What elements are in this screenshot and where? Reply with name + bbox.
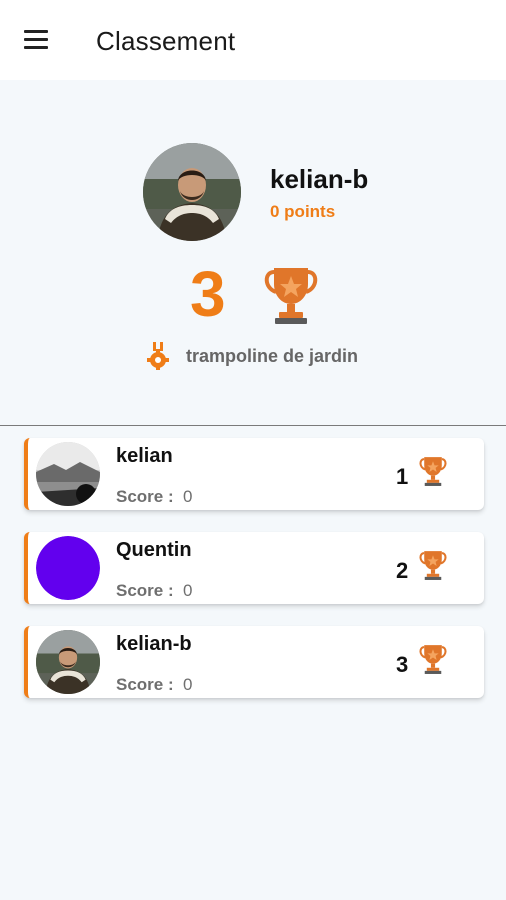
trophy-icon [418, 455, 448, 487]
medal-gear-icon [146, 342, 170, 370]
leaderboard-item[interactable]: Quentin Score : 0 2 [24, 532, 484, 604]
app-bar: Classement [0, 0, 506, 80]
divider [0, 425, 506, 426]
user-avatar [36, 442, 100, 506]
profile-username: kelian-b [270, 164, 369, 194]
menu-icon[interactable] [24, 30, 50, 50]
trophy-icon [418, 643, 448, 675]
score-value: 0 [183, 487, 193, 506]
score-value: 0 [183, 581, 193, 600]
user-name: kelian [116, 445, 173, 467]
trophy-icon [262, 264, 320, 326]
page-title: Classement [96, 26, 236, 56]
user-avatar [36, 630, 100, 694]
profile-rank: 3 [190, 258, 226, 330]
user-name: kelian-b [116, 633, 192, 655]
rank-number: 1 [396, 464, 409, 489]
user-name: Quentin [116, 539, 192, 561]
leaderboard-item[interactable]: kelian-b Score : 0 3 [24, 626, 484, 698]
trophy-icon [418, 549, 448, 581]
score-label: Score : [116, 581, 174, 600]
score-label: Score : [116, 675, 174, 694]
user-avatar [36, 536, 100, 600]
profile-avatar [143, 143, 241, 241]
score-label: Score : [116, 487, 174, 506]
rank-number: 2 [396, 558, 409, 583]
leaderboard-item[interactable]: kelian Score : 0 1 [24, 438, 484, 510]
product-label: trampoline de jardin [186, 346, 359, 366]
score-value: 0 [183, 675, 193, 694]
profile-points: 0 points [270, 202, 336, 221]
rank-number: 3 [396, 652, 409, 677]
